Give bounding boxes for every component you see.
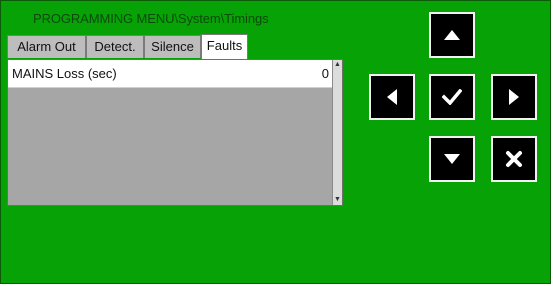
list-item-mains-loss[interactable]: MAINS Loss (sec) 0 [8,60,333,88]
menu-path-title: PROGRAMMING MENU\System\Timings [33,11,269,26]
cancel-button[interactable] [491,136,537,182]
setting-value: 0 [321,66,329,81]
right-button[interactable] [491,74,537,120]
up-button[interactable] [429,12,475,58]
scroll-down-icon[interactable]: ▼ [333,195,342,205]
setting-label: MAINS Loss (sec) [12,66,117,81]
arrow-down-icon [444,154,460,164]
tab-alarm-out[interactable]: Alarm Out [7,35,86,58]
panel-screen: PROGRAMMING MENU\System\Timings Alarm Ou… [0,0,551,284]
confirm-button[interactable] [429,74,475,120]
tab-faults[interactable]: Faults [201,34,248,59]
checkmark-icon [442,89,462,105]
tab-detect[interactable]: Detect. [86,35,144,58]
list-scrollbar[interactable]: ▲ ▼ [332,60,342,205]
down-button[interactable] [429,136,475,182]
settings-list-panel: MAINS Loss (sec) 0 ▲ ▼ [7,59,343,206]
left-button[interactable] [369,74,415,120]
arrow-up-icon [444,30,460,40]
tab-silence[interactable]: Silence [144,35,201,58]
scroll-up-icon[interactable]: ▲ [333,60,342,70]
arrow-left-icon [387,89,397,105]
arrow-right-icon [509,89,519,105]
cancel-x-icon [506,151,522,167]
